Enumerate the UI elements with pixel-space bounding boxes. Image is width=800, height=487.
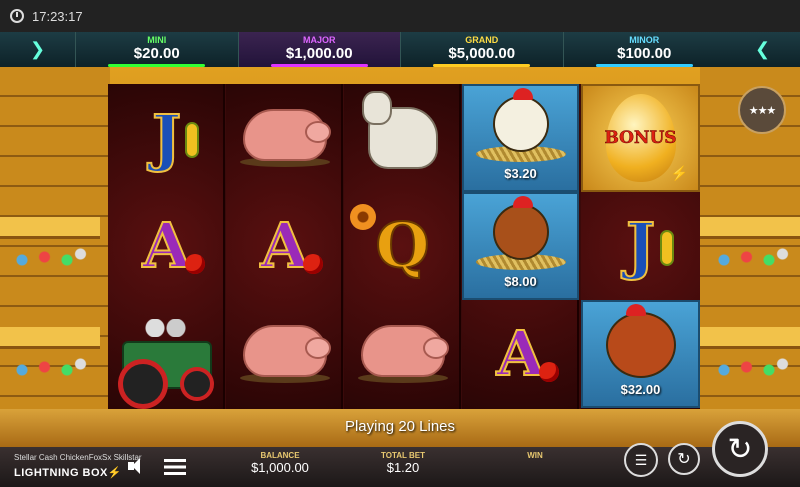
symbol-a: A xyxy=(462,300,579,408)
prize-value: $32.00 xyxy=(620,381,661,397)
total-bet-value: $1.20 xyxy=(386,460,420,475)
cherry-icon xyxy=(539,362,559,382)
symbol-hen-prize: $3.20 xyxy=(462,84,579,192)
bonus-label: BONUS xyxy=(604,128,677,149)
cherry-icon xyxy=(303,254,323,274)
tractor-icon xyxy=(117,341,214,409)
pig-icon xyxy=(242,325,331,377)
autoplay-button[interactable]: ↻ xyxy=(668,443,700,475)
shelf-left-upper xyxy=(0,217,100,239)
menu-icon[interactable] xyxy=(164,459,186,475)
jackpot-mini-value: $20.00 xyxy=(133,45,180,62)
symbol-goat xyxy=(344,84,461,192)
golden-egg-icon: BONUS xyxy=(604,94,677,182)
letter-a: A xyxy=(141,209,191,282)
coins-bet-button[interactable]: ☰ xyxy=(624,443,658,477)
status-time: 17:23:17 xyxy=(32,8,83,24)
spin-button[interactable]: ↻ xyxy=(712,421,768,477)
right-arrow-icon[interactable]: ❮ xyxy=(725,32,800,67)
status-bar: 17:23:17 xyxy=(0,0,800,32)
reel-4: $3.20 $8.00 A xyxy=(462,84,579,409)
pig-icon xyxy=(242,109,331,161)
cherry-icon xyxy=(185,254,205,274)
three-stars-icon[interactable]: ★★★ xyxy=(738,86,786,134)
game-name: Stellar Cash ChickenFoxSx Skillstar xyxy=(14,453,142,462)
speaker-icon[interactable] xyxy=(128,457,146,475)
letter-j: J xyxy=(151,101,182,174)
total-bet-label: TOTAL BET xyxy=(381,451,425,460)
hen-icon xyxy=(492,87,549,152)
clock-icon xyxy=(10,9,24,23)
balance-label: BALANCE xyxy=(260,451,300,460)
smoke-icon xyxy=(136,319,197,337)
jackpot-major: MAJOR $1,000.00 xyxy=(237,32,400,67)
lines-message: Playing 20 Lines xyxy=(344,418,456,435)
symbol-pig xyxy=(226,300,343,408)
gems-pile xyxy=(4,352,94,382)
symbol-pig xyxy=(344,300,461,408)
symbol-tractor xyxy=(108,300,225,409)
reel-3: Q xyxy=(344,84,461,409)
win-label: WIN xyxy=(527,451,543,460)
letter-a: A xyxy=(495,317,545,390)
prize-value: $3.20 xyxy=(504,165,537,181)
pig-icon xyxy=(360,325,449,377)
corn-icon xyxy=(660,230,674,266)
symbol-a: A xyxy=(226,192,343,300)
jackpot-minor-value: $100.00 xyxy=(617,45,672,62)
brand-logo: LIGHTNING BOX⚡ xyxy=(14,467,123,479)
jackpot-mini: MINI $20.00 xyxy=(75,32,238,67)
shelf-right-upper xyxy=(700,217,800,239)
letter-j: J xyxy=(625,209,656,282)
letter-q: Q xyxy=(374,209,430,282)
shelf-left-lower xyxy=(0,327,100,349)
gems-pile xyxy=(706,242,796,272)
jackpot-major-value: $1,000.00 xyxy=(285,45,353,62)
control-bar: Stellar Cash ChickenFoxSx Skillstar LIGH… xyxy=(0,421,800,487)
symbol-pig xyxy=(226,84,343,192)
gems-pile xyxy=(706,352,796,382)
jackpot-bar: ❯ MINI $20.00 MAJOR $1,000.00 GRAND $5,0… xyxy=(0,32,800,67)
symbol-bonus: BONUS ⚡ xyxy=(581,84,700,192)
shelf-right-lower xyxy=(700,327,800,349)
flower-icon xyxy=(350,204,376,230)
lightning-icon: ⚡ xyxy=(670,165,688,181)
rooster-icon xyxy=(605,303,676,378)
reel-5: BONUS ⚡ J $32.00 xyxy=(581,84,700,409)
total-bet-display: TOTAL BET $1.20 xyxy=(368,451,438,475)
symbol-j: J xyxy=(108,84,225,192)
gems-pile xyxy=(4,242,94,272)
prize-value: $8.00 xyxy=(504,273,537,289)
symbol-hen-prize: $8.00 xyxy=(462,192,579,300)
reel-1: J A xyxy=(108,84,225,409)
corn-icon xyxy=(185,122,199,158)
goat-icon xyxy=(361,91,438,169)
jackpot-major-label: MAJOR xyxy=(302,35,336,45)
balance-value: $1,000.00 xyxy=(251,460,309,475)
left-arrow-icon[interactable]: ❯ xyxy=(0,32,75,67)
jackpot-grand: GRAND $5,000.00 xyxy=(400,32,563,67)
jackpot-grand-value: $5,000.00 xyxy=(448,45,516,62)
jackpot-minor-label: MINOR xyxy=(629,35,660,45)
symbol-q: Q xyxy=(344,192,461,300)
jackpot-minor: MINOR $100.00 xyxy=(562,32,726,67)
reel-2: A xyxy=(226,84,343,409)
symbol-a: A xyxy=(108,192,225,300)
symbol-j: J xyxy=(581,192,700,300)
hen-icon xyxy=(492,195,549,260)
win-display: WIN xyxy=(510,451,560,460)
balance-display: BALANCE $1,000.00 xyxy=(240,451,320,475)
jackpot-grand-label: GRAND xyxy=(465,35,499,45)
symbol-rooster-prize: $32.00 xyxy=(581,300,700,408)
reel-grid: J A A Q $3.20 $8.00 A BONUS ⚡ J $32.00 xyxy=(108,84,700,409)
jackpot-mini-label: MINI xyxy=(147,35,167,45)
letter-a: A xyxy=(259,209,309,282)
